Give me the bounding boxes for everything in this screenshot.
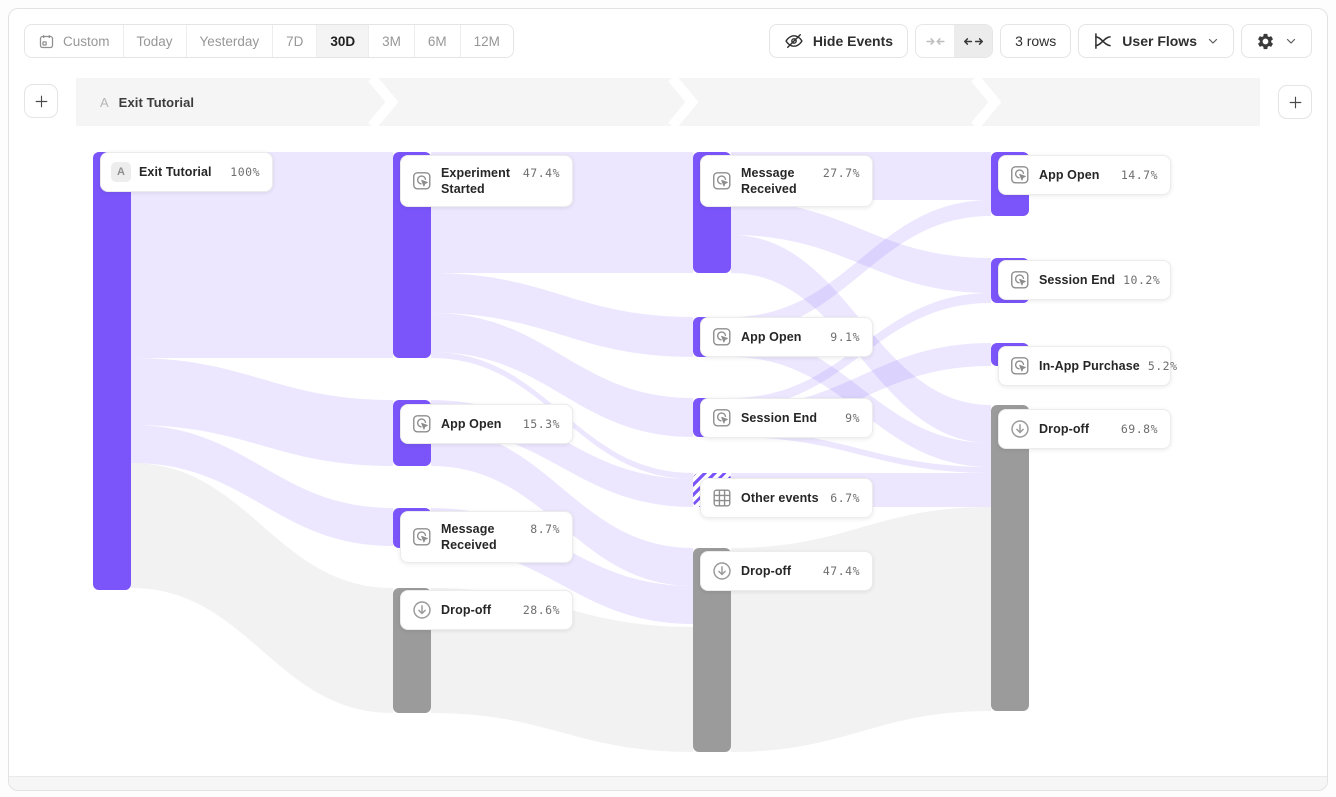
node-percent: 28.6% bbox=[523, 603, 560, 617]
event-icon bbox=[1009, 164, 1031, 186]
step-header-bar[interactable]: A Exit Tutorial bbox=[76, 78, 1260, 126]
flow-bar-drop-off-4[interactable] bbox=[991, 405, 1029, 711]
step-badge: A bbox=[100, 95, 109, 110]
drop-off-icon bbox=[411, 599, 433, 621]
drop-off-icon bbox=[1009, 418, 1031, 440]
footer-strip bbox=[9, 776, 1327, 790]
expand-columns-button[interactable] bbox=[954, 25, 992, 57]
other-events-grid-icon bbox=[711, 487, 733, 509]
event-icon bbox=[711, 170, 733, 192]
plus-icon bbox=[1287, 94, 1304, 111]
step-title: Exit Tutorial bbox=[119, 95, 194, 110]
flow-node-drop-off-2[interactable]: Drop-off 28.6% bbox=[400, 590, 573, 630]
node-percent: 9.1% bbox=[830, 330, 860, 344]
node-percent: 10.2% bbox=[1123, 273, 1160, 287]
flow-node-message-received-2[interactable]: Message Received 8.7% bbox=[400, 511, 573, 563]
node-percent: 9% bbox=[845, 411, 860, 425]
date-range-30d[interactable]: 30D bbox=[317, 25, 369, 57]
flow-node-session-end-4[interactable]: Session End 10.2% bbox=[998, 260, 1171, 300]
node-label: App Open bbox=[1039, 168, 1100, 182]
eye-off-icon bbox=[784, 31, 804, 51]
gear-icon bbox=[1256, 32, 1275, 51]
flow-node-drop-off-3[interactable]: Drop-off 47.4% bbox=[700, 551, 873, 591]
node-label: Session End bbox=[1039, 273, 1115, 287]
date-range-6m[interactable]: 6M bbox=[415, 25, 461, 57]
user-flows-chart-icon bbox=[1093, 31, 1113, 51]
node-label: Message Received bbox=[441, 521, 522, 554]
node-percent: 47.4% bbox=[523, 166, 560, 180]
chevron-down-icon bbox=[1285, 35, 1297, 47]
event-icon bbox=[411, 413, 433, 435]
expand-arrows-icon bbox=[963, 31, 984, 52]
toolbar: CustomTodayYesterday7D30D3M6M12M Hide Ev… bbox=[24, 24, 1312, 58]
node-percent: 15.3% bbox=[523, 417, 560, 431]
flow-node-app-open-3[interactable]: App Open 9.1% bbox=[700, 317, 873, 357]
flow-node-message-received-3[interactable]: Message Received 27.7% bbox=[700, 155, 873, 207]
node-label: App Open bbox=[741, 330, 802, 344]
step-separator-chevron bbox=[668, 78, 698, 126]
date-range-3m[interactable]: 3M bbox=[369, 25, 415, 57]
node-label: Experiment Started bbox=[441, 165, 515, 198]
date-range-custom[interactable]: Custom bbox=[25, 25, 124, 57]
collapse-columns-button[interactable] bbox=[916, 25, 954, 57]
node-label: Exit Tutorial bbox=[139, 165, 212, 179]
hide-events-button[interactable]: Hide Events bbox=[769, 24, 908, 58]
date-range-yesterday[interactable]: Yesterday bbox=[187, 25, 274, 57]
node-percent: 27.7% bbox=[823, 166, 860, 180]
flow-node-app-open-2[interactable]: App Open 15.3% bbox=[400, 404, 573, 444]
flow-node-drop-off-4[interactable]: Drop-off 69.8% bbox=[998, 409, 1171, 449]
event-icon bbox=[711, 326, 733, 348]
event-icon bbox=[1009, 269, 1031, 291]
flow-node-experiment-started[interactable]: Experiment Started 47.4% bbox=[400, 155, 573, 207]
event-icon bbox=[1009, 355, 1031, 377]
flow-node-in-app-purchase-4[interactable]: In-App Purchase5.2% bbox=[998, 346, 1171, 386]
flow-bar-exit-tutorial[interactable] bbox=[93, 152, 131, 590]
date-range-7d[interactable]: 7D bbox=[273, 25, 317, 57]
node-label: Session End bbox=[741, 411, 817, 425]
flow-node-other-events-3[interactable]: Other events 6.7% bbox=[700, 478, 873, 518]
node-percent: 6.7% bbox=[830, 491, 860, 505]
flow-node-exit-tutorial[interactable]: A Exit Tutorial 100% bbox=[100, 152, 273, 192]
add-step-left-button[interactable] bbox=[24, 84, 58, 118]
flow-node-session-end-3[interactable]: Session End 9% bbox=[700, 398, 873, 438]
collapse-arrows-icon bbox=[925, 31, 946, 52]
event-icon bbox=[711, 407, 733, 429]
date-range-selector: CustomTodayYesterday7D30D3M6M12M bbox=[24, 24, 514, 58]
view-selector-button[interactable]: User Flows bbox=[1078, 24, 1234, 58]
event-icon bbox=[411, 526, 433, 548]
view-selector-label: User Flows bbox=[1122, 33, 1197, 49]
step-separator-chevron bbox=[971, 78, 1001, 126]
node-label: Drop-off bbox=[741, 564, 791, 578]
date-range-12m[interactable]: 12M bbox=[461, 25, 513, 57]
node-percent: 5.2% bbox=[1148, 359, 1178, 373]
rows-label: 3 rows bbox=[1015, 33, 1056, 49]
node-label: Drop-off bbox=[1039, 422, 1089, 436]
node-label: Drop-off bbox=[441, 603, 491, 617]
node-percent: 69.8% bbox=[1121, 422, 1158, 436]
drop-off-icon bbox=[711, 560, 733, 582]
hide-events-label: Hide Events bbox=[813, 33, 893, 49]
node-percent: 8.7% bbox=[530, 522, 560, 536]
add-step-right-button[interactable] bbox=[1278, 85, 1312, 119]
node-label: In-App Purchase bbox=[1039, 359, 1140, 373]
date-range-today[interactable]: Today bbox=[124, 25, 187, 57]
flow-node-app-open-4[interactable]: App Open 14.7% bbox=[998, 155, 1171, 195]
node-percent: 14.7% bbox=[1121, 168, 1158, 182]
calendar-icon bbox=[38, 33, 55, 50]
node-percent: 47.4% bbox=[823, 564, 860, 578]
node-label: Other events bbox=[741, 491, 819, 505]
rows-button[interactable]: 3 rows bbox=[1000, 24, 1071, 58]
spacing-toggle bbox=[915, 24, 993, 58]
step-letter-badge: A bbox=[111, 162, 131, 182]
step-separator-chevron bbox=[368, 78, 398, 126]
chevron-down-icon bbox=[1207, 35, 1219, 47]
node-label: Message Received bbox=[741, 165, 815, 198]
event-icon bbox=[411, 170, 433, 192]
plus-icon bbox=[33, 93, 50, 110]
node-percent: 100% bbox=[230, 165, 260, 179]
settings-button[interactable] bbox=[1241, 24, 1312, 58]
node-label: App Open bbox=[441, 417, 502, 431]
